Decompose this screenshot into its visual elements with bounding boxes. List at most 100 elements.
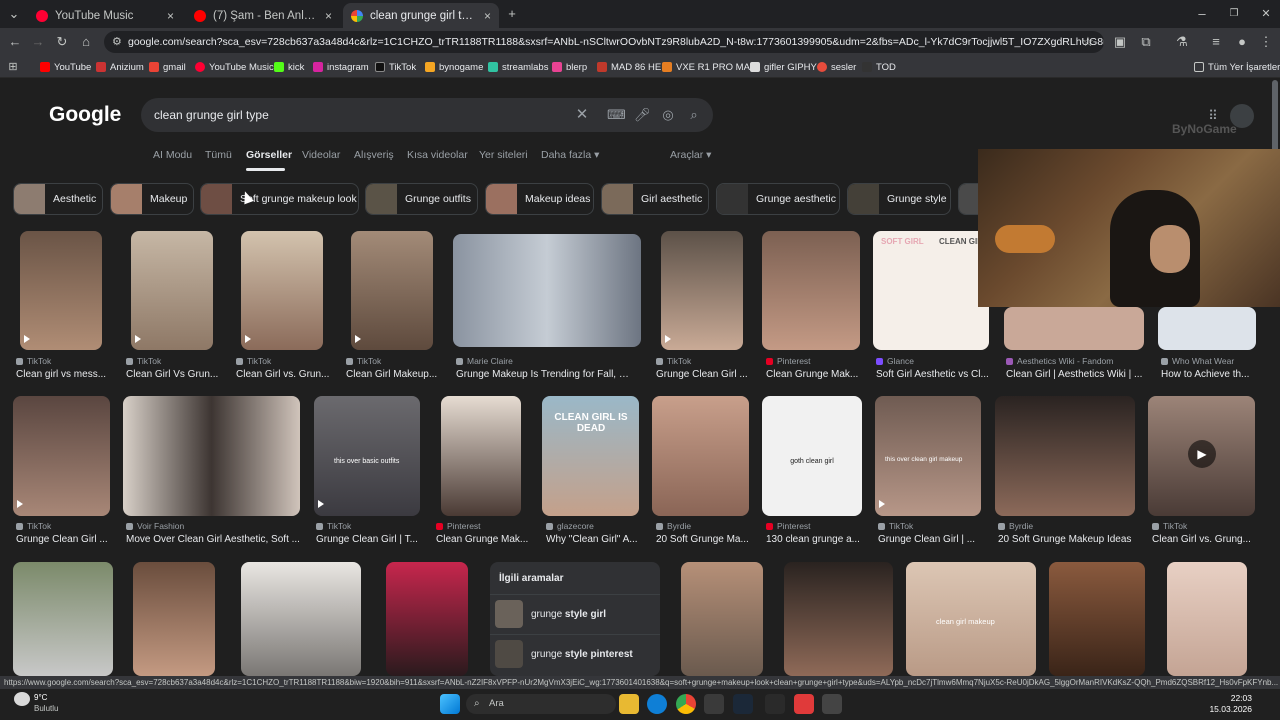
result-title[interactable]: 20 Soft Grunge Makeup Ideas bbox=[998, 534, 1138, 545]
result-image[interactable] bbox=[1158, 307, 1256, 350]
nav-videos[interactable]: Videolar bbox=[302, 149, 340, 161]
result-title[interactable]: Move Over Clean Girl Aesthetic, Soft ... bbox=[126, 534, 306, 545]
nav-all[interactable]: Tümü bbox=[205, 149, 232, 161]
result-image[interactable] bbox=[681, 562, 763, 676]
result-title[interactable]: Clean Girl Vs Grun... bbox=[126, 369, 226, 380]
tab-search-icon[interactable]: ⌄ bbox=[4, 4, 24, 24]
result-title[interactable]: Grunge Clean Girl | T... bbox=[316, 534, 426, 545]
profile-sync-icon[interactable]: ⚗ bbox=[1172, 32, 1192, 52]
bookmark-streamlabs[interactable]: streamlabs bbox=[488, 59, 548, 75]
nav-images[interactable]: Görseller bbox=[246, 149, 292, 161]
result-title[interactable]: 20 Soft Grunge Ma... bbox=[656, 534, 756, 545]
bookmark-sesler[interactable]: sesler bbox=[817, 59, 856, 75]
search-input[interactable]: clean grunge girl type bbox=[141, 98, 713, 132]
chip-grunge-style[interactable]: Grunge style bbox=[847, 183, 951, 215]
address-bar[interactable]: ⚙ google.com/search?sca_esv=728cb637a3a4… bbox=[104, 31, 1104, 53]
forward-icon[interactable]: → bbox=[28, 32, 48, 52]
play-icon[interactable]: ▶ bbox=[1188, 440, 1216, 468]
close-icon[interactable]: × bbox=[167, 9, 174, 23]
result-title[interactable]: Clean Girl | Aesthetics Wiki | ... bbox=[1006, 369, 1146, 380]
tab-google-search[interactable]: clean grunge girl type - Google × bbox=[343, 3, 499, 28]
search-icon[interactable]: ⌕ bbox=[686, 107, 702, 123]
close-window-icon[interactable]: ✕ bbox=[1256, 4, 1276, 24]
chip-makeup[interactable]: Makeup bbox=[110, 183, 194, 215]
tab-youtube-video[interactable]: (7) Şam - Ben Anlamam (Pr × bbox=[186, 3, 340, 28]
file-explorer-icon[interactable] bbox=[619, 694, 639, 714]
result-title[interactable]: Clean Girl Makeup... bbox=[346, 369, 446, 380]
result-image[interactable] bbox=[995, 396, 1135, 516]
puzzle-icon[interactable]: ⧉ bbox=[1136, 32, 1156, 52]
result-title[interactable]: Clean Girl vs. Grung... bbox=[1152, 534, 1262, 545]
apps-icon[interactable]: ⊞ bbox=[3, 57, 23, 77]
tab-youtube-music[interactable]: YouTube Music × bbox=[28, 3, 182, 28]
bookmark-bynogame[interactable]: bynogame bbox=[425, 59, 483, 75]
result-image[interactable] bbox=[386, 562, 468, 676]
reload-icon[interactable]: ↻ bbox=[52, 32, 72, 52]
bookmark-youtube-music[interactable]: YouTube Music bbox=[195, 59, 274, 75]
bookmark-gmail[interactable]: gmail bbox=[149, 59, 186, 75]
related-item[interactable]: grunge style girl bbox=[490, 594, 660, 632]
result-image[interactable] bbox=[123, 396, 300, 516]
result-image[interactable] bbox=[241, 231, 323, 350]
result-image[interactable]: ▶ bbox=[1148, 396, 1255, 516]
nav-tools[interactable]: Araçlar ▾ bbox=[670, 149, 711, 161]
all-bookmarks[interactable]: Tüm Yer İşaretleri bbox=[1194, 59, 1280, 75]
result-title[interactable]: Clean girl vs mess... bbox=[16, 369, 116, 380]
nav-more[interactable]: Daha fazla ▾ bbox=[541, 149, 599, 161]
clear-icon[interactable]: ✕ bbox=[574, 107, 590, 123]
store-icon[interactable] bbox=[704, 694, 724, 714]
result-image[interactable] bbox=[1167, 562, 1247, 676]
result-title[interactable]: How to Achieve th... bbox=[1161, 369, 1261, 380]
result-title[interactable]: Soft Girl Aesthetic vs Cl... bbox=[876, 369, 996, 380]
chip-aesthetic[interactable]: Aesthetic bbox=[13, 183, 103, 215]
result-image[interactable] bbox=[13, 396, 110, 516]
result-image[interactable] bbox=[20, 231, 102, 350]
result-image[interactable] bbox=[784, 562, 893, 676]
maximize-icon[interactable]: ❐ bbox=[1224, 4, 1244, 24]
bookmark-youtube[interactable]: YouTube bbox=[40, 59, 91, 75]
home-icon[interactable]: ⌂ bbox=[76, 32, 96, 52]
chip-girl-aesthetic[interactable]: Girl aesthetic bbox=[601, 183, 709, 215]
chip-soft-grunge[interactable]: Soft grunge makeup look bbox=[200, 183, 359, 215]
result-title[interactable]: Why "Clean Girl" A... bbox=[546, 534, 646, 545]
media-control-icon[interactable]: ≡ bbox=[1206, 32, 1226, 52]
result-image[interactable] bbox=[131, 231, 213, 350]
chip-grunge-aesthetic[interactable]: Grunge aesthetic bbox=[716, 183, 840, 215]
result-image[interactable] bbox=[661, 231, 743, 350]
bookmark-tod[interactable]: TOD bbox=[862, 59, 896, 75]
bookmark-anizium[interactable]: Anizium bbox=[96, 59, 144, 75]
result-image[interactable] bbox=[133, 562, 215, 676]
result-title[interactable]: Clean Grunge Mak... bbox=[766, 369, 866, 380]
lens-icon[interactable]: ◎ bbox=[660, 107, 676, 123]
bookmark-tiktok[interactable]: TikTok bbox=[375, 59, 416, 75]
google-logo[interactable]: Google bbox=[49, 103, 121, 127]
result-title[interactable]: Grunge Clean Girl ... bbox=[16, 534, 116, 545]
app-icon[interactable] bbox=[794, 694, 814, 714]
new-tab-button[interactable]: + bbox=[502, 4, 522, 24]
site-info-icon[interactable]: ⚙ bbox=[112, 35, 122, 48]
result-image[interactable]: SOFT GIRL CLEAN GIR bbox=[873, 231, 989, 350]
result-title[interactable]: Grunge Clean Girl ... bbox=[656, 369, 756, 380]
result-image[interactable]: this over clean girl makeup bbox=[875, 396, 981, 516]
microphone-icon[interactable]: 🎤︎ bbox=[634, 107, 651, 123]
related-item[interactable]: grunge style pinterest bbox=[490, 634, 660, 672]
result-title[interactable]: Clean Girl vs. Grun... bbox=[236, 369, 336, 380]
nav-short-videos[interactable]: Kısa videolar bbox=[407, 149, 468, 161]
result-image[interactable] bbox=[241, 562, 361, 676]
bookmark-vxe[interactable]: VXE R1 PRO MAX bbox=[662, 59, 756, 75]
menu-icon[interactable]: ⋮ bbox=[1256, 32, 1276, 52]
chrome-icon[interactable] bbox=[676, 694, 696, 714]
result-image[interactable]: CLEAN GIRL IS DEAD bbox=[542, 396, 639, 516]
nav-shopping[interactable]: Alışveriş bbox=[354, 149, 394, 161]
bookmark-instagram[interactable]: instagram bbox=[313, 59, 369, 75]
close-icon[interactable]: × bbox=[484, 9, 491, 23]
result-image[interactable] bbox=[13, 562, 113, 676]
result-image[interactable]: this over basic outfits bbox=[314, 396, 420, 516]
profile-avatar-icon[interactable]: ● bbox=[1232, 32, 1252, 52]
result-title[interactable]: Grunge Clean Girl | ... bbox=[878, 534, 988, 545]
obs-icon[interactable] bbox=[822, 694, 842, 714]
steam-icon[interactable] bbox=[733, 694, 753, 714]
result-image[interactable] bbox=[1049, 562, 1145, 676]
minimize-icon[interactable]: – bbox=[1192, 4, 1212, 24]
result-title[interactable]: 130 clean grunge a... bbox=[766, 534, 866, 545]
